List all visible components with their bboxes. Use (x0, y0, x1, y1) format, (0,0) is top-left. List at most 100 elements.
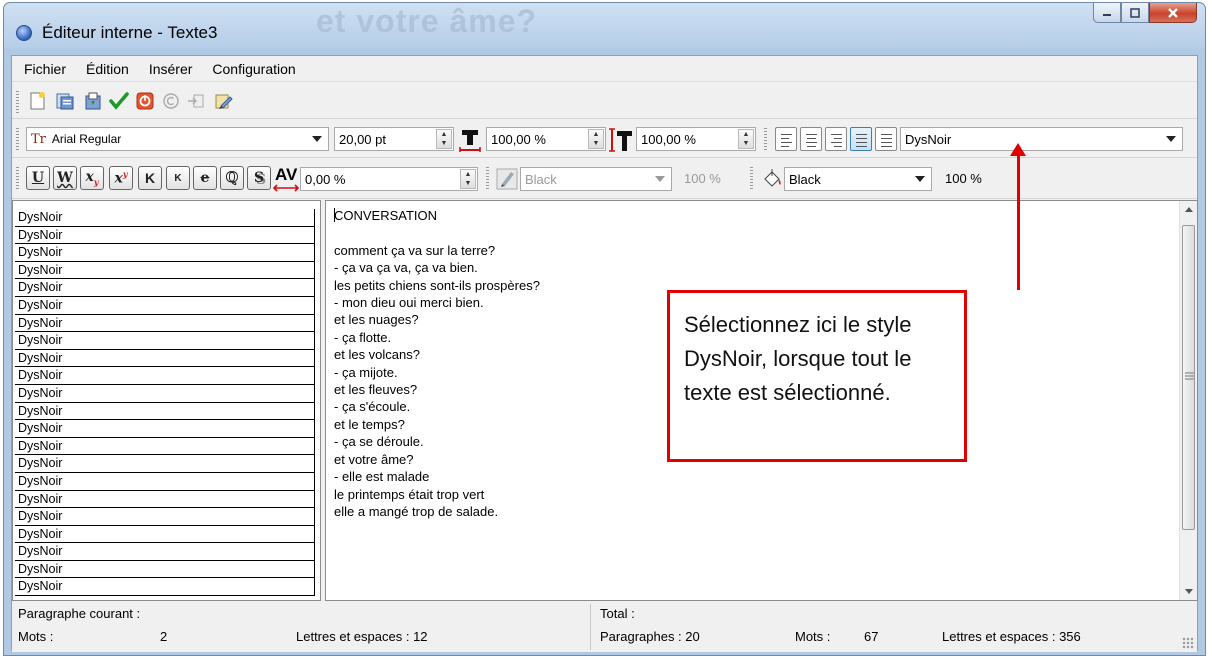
close-button[interactable] (1149, 3, 1197, 23)
editor-line[interactable]: - ça s'écoule. (334, 398, 540, 415)
style-list-item[interactable]: DysNoir (15, 472, 315, 491)
style-select[interactable]: DysNoir (900, 127, 1183, 151)
toolbar-grip[interactable] (764, 128, 767, 150)
align-right-button[interactable] (825, 127, 847, 151)
style-list-item[interactable]: DysNoir (15, 349, 315, 368)
style-list-item[interactable]: DysNoir (15, 455, 315, 473)
shadow-button[interactable]: S (247, 166, 271, 190)
menu-edition[interactable]: Édition (76, 61, 139, 77)
style-list-item[interactable]: DysNoir (15, 296, 315, 315)
resize-grip-icon[interactable] (1182, 637, 1194, 649)
text-color-opacity[interactable]: 100 % (684, 171, 721, 186)
menu-inserer[interactable]: Insérer (139, 61, 203, 77)
toolbar-grip[interactable] (486, 167, 489, 189)
style-list-item[interactable]: DysNoir (15, 367, 315, 385)
width-scale-spinner[interactable]: 100,00 % ▲ ▼ (486, 127, 606, 151)
open-button[interactable] (54, 90, 76, 112)
style-list-item[interactable]: DysNoir (15, 226, 315, 245)
align-justify-button[interactable] (850, 127, 872, 151)
spin-arrows-icon[interactable]: ▲ ▼ (588, 129, 604, 149)
style-list-item[interactable]: DysNoir (15, 209, 315, 227)
style-list-item[interactable]: DysNoir (15, 332, 315, 350)
capitals-button[interactable]: K (138, 166, 162, 190)
editor-line[interactable]: - elle est malade (334, 468, 540, 485)
outline-button[interactable]: Q (220, 166, 244, 190)
text-color-icon (496, 168, 518, 190)
letter-spacing-spinner[interactable]: 0,00 % ▲ ▼ (300, 167, 478, 191)
stop-button[interactable] (134, 90, 156, 112)
style-list-item[interactable]: DysNoir (15, 543, 315, 561)
font-select[interactable]: Tr Arial Regular (26, 127, 329, 151)
spin-arrows-icon[interactable]: ▲ ▼ (436, 129, 452, 149)
spin-arrows-icon[interactable]: ▲ ▼ (738, 129, 754, 149)
editor-line[interactable]: le printemps était trop vert (334, 486, 540, 503)
editor-line[interactable]: et le temps? (334, 416, 540, 433)
align-full-button[interactable] (875, 127, 897, 151)
style-list-item[interactable]: DysNoir (15, 508, 315, 526)
editor-line[interactable]: - ça mijote. (334, 364, 540, 381)
editor-content[interactable]: CONVERSATION comment ça va sur la terre?… (334, 207, 540, 520)
insert-button[interactable] (185, 90, 207, 112)
style-list-item[interactable]: DysNoir (15, 384, 315, 403)
toolbar-grip[interactable] (16, 91, 19, 113)
text-color-select[interactable]: Black (520, 167, 672, 191)
editor-line[interactable]: - ça va ça va, ça va bien. (334, 259, 540, 276)
toolbar-grip[interactable] (16, 167, 19, 189)
vertical-scrollbar[interactable] (1179, 201, 1197, 600)
editor-line[interactable]: CONVERSATION (334, 207, 540, 224)
spin-arrows-icon[interactable]: ▲ ▼ (460, 169, 476, 189)
style-list-item[interactable]: DysNoir (15, 560, 315, 579)
new-document-button[interactable] (26, 90, 48, 112)
style-list-item[interactable]: DysNoir (15, 402, 315, 421)
scroll-thumb[interactable] (1182, 225, 1195, 530)
align-left-button[interactable] (775, 127, 797, 151)
toolbar-grip[interactable] (16, 128, 19, 150)
subscript-button[interactable]: xy (80, 166, 104, 190)
editor-line[interactable]: et votre âme? (334, 451, 540, 468)
style-list-item[interactable]: DysNoir (15, 314, 315, 333)
copyright-button[interactable] (160, 90, 182, 112)
style-list-item[interactable]: DysNoir (15, 525, 315, 544)
editor-line[interactable]: et les volcans? (334, 346, 540, 363)
editor-line[interactable]: - ça flotte. (334, 329, 540, 346)
editor-line[interactable]: et les nuages? (334, 311, 540, 328)
superscript-button[interactable]: xy (109, 166, 133, 190)
wave-underline-button[interactable]: W (53, 166, 77, 190)
toolbar-grip[interactable] (750, 167, 753, 189)
style-list-item[interactable]: DysNoir (15, 420, 315, 438)
save-button[interactable] (82, 90, 104, 112)
style-list-item[interactable]: DysNoir (15, 244, 315, 262)
style-select-value: DysNoir (905, 131, 952, 147)
fill-color-select[interactable]: Black (784, 167, 932, 191)
edit-settings-button[interactable] (212, 90, 234, 112)
style-list-item[interactable]: DysNoir (15, 261, 315, 280)
strikethrough-button[interactable]: e (193, 166, 217, 190)
underline-button[interactable]: U (26, 166, 50, 190)
validate-button[interactable] (108, 90, 130, 112)
paragraph-styles-list[interactable]: DysNoir DysNoir DysNoir DysNoir DysNoir DysNo… (12, 200, 321, 601)
annotation-callout: Sélectionnez ici le style DysNoir, lorsq… (667, 290, 967, 462)
scroll-up-icon[interactable] (1185, 207, 1193, 212)
editor-line[interactable]: les petits chiens sont-ils prospères? (334, 277, 540, 294)
small-caps-button[interactable]: K (166, 166, 190, 190)
scroll-down-icon[interactable] (1185, 589, 1193, 594)
maximize-button[interactable] (1121, 3, 1149, 23)
fill-color-opacity[interactable]: 100 % (945, 171, 982, 186)
editor-line[interactable]: - ça se déroule. (334, 433, 540, 450)
font-size-spinner[interactable]: 20,00 pt ▲ ▼ (334, 127, 454, 151)
menu-fichier[interactable]: Fichier (14, 61, 76, 77)
style-list-item[interactable]: DysNoir (15, 490, 315, 509)
height-scale-spinner[interactable]: 100,00 % ▲ ▼ (636, 127, 756, 151)
editor-window: Éditeur interne - Texte3 et votre âme? F… (3, 2, 1206, 656)
editor-line[interactable]: et les fleuves? (334, 381, 540, 398)
editor-line[interactable]: elle a mangé trop de salade. (334, 503, 540, 520)
style-list-item[interactable]: DysNoir (15, 437, 315, 456)
align-center-button[interactable] (800, 127, 822, 151)
minimize-button[interactable] (1093, 3, 1121, 23)
menu-configuration[interactable]: Configuration (202, 61, 305, 77)
editor-line[interactable]: - mon dieu oui merci bien. (334, 294, 540, 311)
editor-line[interactable]: comment ça va sur la terre? (334, 242, 540, 259)
editor-line[interactable] (334, 224, 540, 241)
style-list-item[interactable]: DysNoir (15, 279, 315, 297)
style-list-item[interactable]: DysNoir (15, 578, 315, 597)
